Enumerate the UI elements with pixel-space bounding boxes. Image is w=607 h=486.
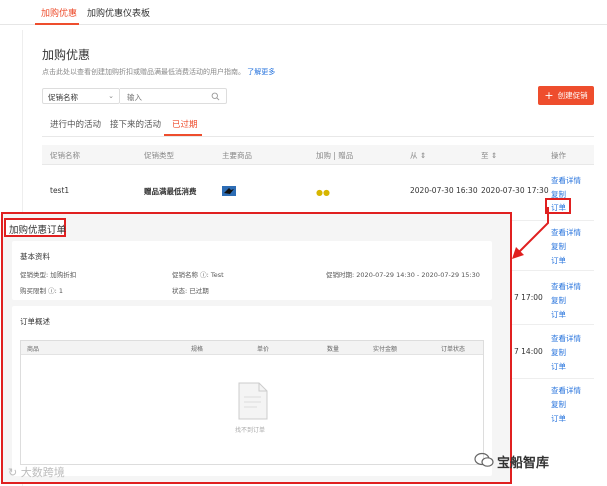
copy-link[interactable]: 复制 [551, 347, 566, 358]
promo-type-cell: 赠品满最低消费 [144, 187, 197, 196]
orders-link[interactable]: 订单 [551, 413, 566, 424]
search-box [120, 88, 227, 104]
row-divider [512, 378, 594, 379]
view-details-link[interactable]: 查看详情 [551, 333, 581, 344]
watermark-logo-icon: ↻ [8, 466, 21, 479]
annotation-arrow-icon [512, 207, 549, 259]
status-info: 状态: 已过期 [172, 287, 209, 295]
to-cell-partial: 7 14:00 [514, 347, 543, 356]
col-addon-gift: 加购 | 赠品 [316, 151, 354, 160]
wechat-icon [474, 452, 494, 467]
promo-type-info: 促销类型: 加购折扣 [20, 271, 77, 279]
active-status-indicator [164, 134, 202, 136]
col-paid-amount: 实付金额 [373, 346, 398, 353]
tab-ongoing[interactable]: 进行中的活动 [50, 118, 101, 130]
select-value: 促销名称 [48, 93, 78, 102]
basic-info-title: 基本资料 [20, 252, 50, 261]
create-promotion-button[interactable]: + 创建促销 [538, 86, 594, 105]
col-quantity: 数量 [327, 346, 340, 353]
promo-period-info: 促销时期: 2020-07-29 14:30 - 2020-07-29 15:3… [326, 271, 480, 279]
orders-link[interactable]: 订单 [551, 309, 566, 320]
page-title: 加购优惠 [42, 48, 91, 62]
active-tab-indicator [35, 23, 79, 25]
help-icon[interactable]: ⓘ [48, 287, 55, 295]
view-details-link[interactable]: 查看详情 [551, 281, 581, 292]
col-spec: 规格 [191, 346, 204, 353]
col-actions: 操作 [551, 151, 566, 160]
col-promo-type: 促销类型 [144, 151, 174, 160]
col-promo-name: 促销名称 [50, 151, 80, 160]
search-icon[interactable] [211, 92, 220, 101]
promo-field-select[interactable]: 促销名称 ⌄ [42, 88, 120, 104]
product-thumbnail[interactable] [222, 186, 236, 196]
tab-expired[interactable]: 已过期 [172, 118, 198, 130]
purchase-limit-info: 购买限制 ⓘ: 1 [20, 287, 63, 295]
col-from[interactable]: 从 ⇕ [410, 150, 426, 161]
empty-orders-text: 找不到订单 [235, 427, 266, 434]
watermark-left: ↻ 大数跨境 [8, 466, 65, 479]
watermark-right: 宝船智库 [497, 456, 550, 471]
view-details-link[interactable]: 查看详情 [551, 175, 581, 186]
tab-upcoming[interactable]: 接下来的活动 [110, 118, 161, 130]
order-overview-title: 订单概述 [20, 317, 50, 326]
plus-icon: + [544, 89, 554, 102]
order-table-header [21, 341, 483, 355]
status-tabs-divider [42, 136, 594, 137]
tab-add-on-dashboard[interactable]: 加购优惠仪表板 [87, 6, 150, 19]
col-order-status: 订单状态 [441, 346, 466, 353]
modal-title: 加购优惠订单 [9, 225, 67, 236]
help-icon[interactable]: ⓘ [200, 271, 207, 279]
to-cell-partial: 7 17:00 [514, 293, 543, 302]
chevron-down-icon: ⌄ [108, 92, 114, 100]
orders-link[interactable]: 订单 [551, 361, 566, 372]
copy-link[interactable]: 复制 [551, 399, 566, 410]
promo-name-info: 促销名称 ⓘ: Test [172, 271, 224, 279]
col-to[interactable]: 至 ⇕ [481, 150, 497, 161]
from-cell: 2020-07-30 16:30 [410, 186, 478, 195]
col-product: 商品 [27, 346, 40, 353]
to-cell: 2020-07-30 17:30 [481, 186, 549, 195]
col-unit-price: 单价 [257, 346, 270, 353]
page-description: 点击此处以查看创建加购折扣或赠品满最低消费活动的用户指南。 了解更多 [42, 68, 276, 76]
sort-icon: ⇕ [419, 151, 427, 160]
copy-link[interactable]: 复制 [551, 295, 566, 306]
empty-document-icon [238, 382, 268, 420]
tab-add-on-deal[interactable]: 加购优惠 [41, 6, 77, 19]
search-input[interactable] [127, 92, 207, 102]
col-main-product: 主要商品 [222, 151, 252, 160]
product-image-icon [224, 188, 234, 194]
view-details-link[interactable]: 查看详情 [551, 385, 581, 396]
row-divider [512, 324, 594, 325]
row-divider [512, 270, 594, 271]
learn-more-link[interactable]: 了解更多 [247, 68, 275, 76]
order-table: 商品 规格 单价 数量 实付金额 订单状态 找不到订单 [20, 340, 484, 465]
gift-product-icon[interactable]: ●● [316, 188, 330, 197]
sort-icon: ⇕ [490, 151, 498, 160]
promo-name-cell: test1 [50, 186, 70, 195]
